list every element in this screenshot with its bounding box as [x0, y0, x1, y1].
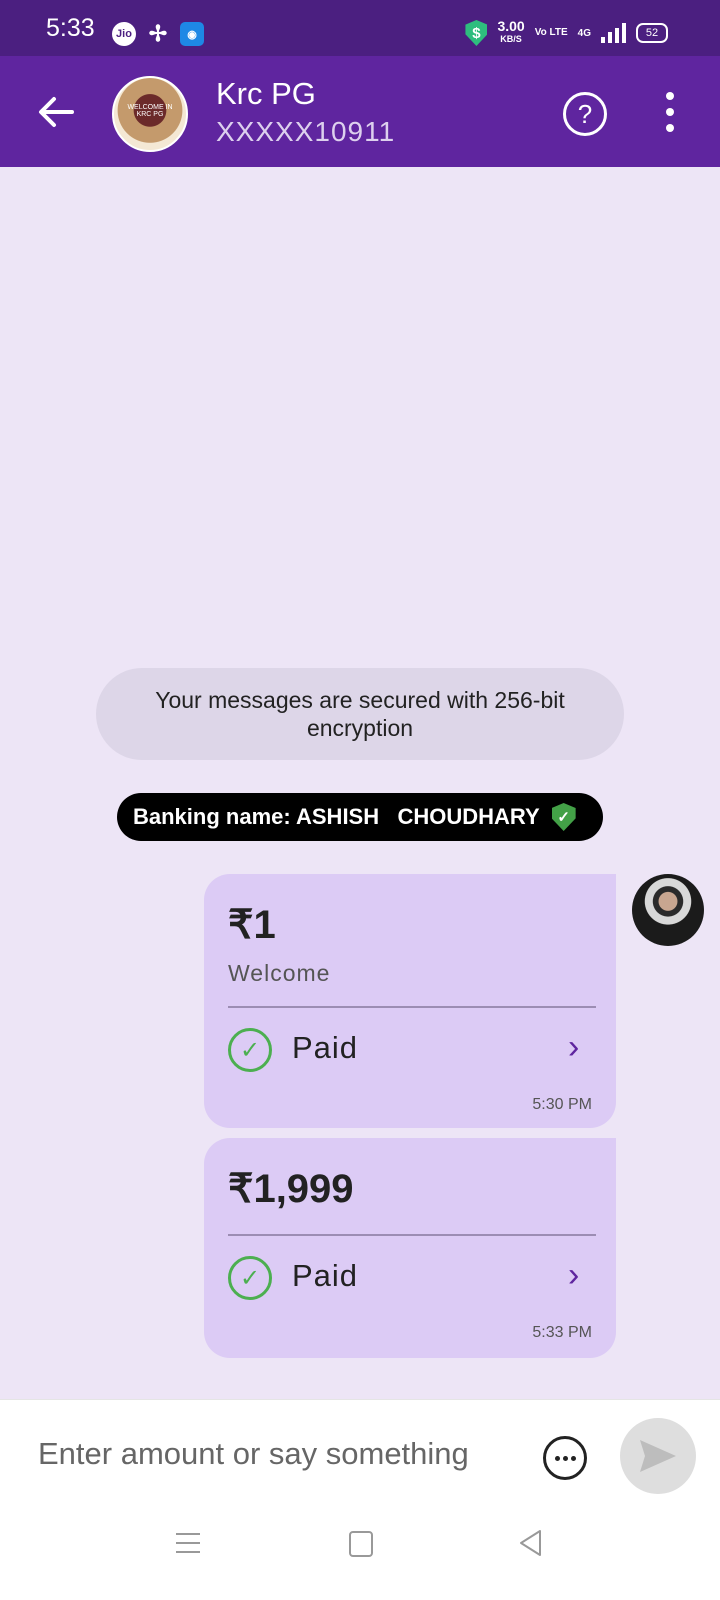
more-options-icon[interactable]: [665, 92, 675, 132]
payment-status: Paid: [292, 1258, 359, 1293]
status-bar: 5:33 Jio ✢ ◉ $ 3.00 KB/S Vo LTE 4G 52: [0, 0, 720, 56]
divider: [228, 1006, 596, 1008]
payment-amount: ₹1,999: [228, 1167, 354, 1211]
chat-header: WELCOME IN KRC PG Krc PG XXXXX10911 ?: [0, 56, 720, 167]
notification-icons: Jio ✢ ◉: [112, 21, 204, 46]
network-speed: 3.00 KB/S: [497, 18, 525, 44]
system-icons: $ 3.00 KB/S Vo LTE 4G 52: [465, 18, 668, 46]
status-time: 5:33: [46, 14, 95, 42]
chevron-right-icon[interactable]: ›: [568, 1030, 588, 1064]
volte-indicator: Vo LTE: [534, 27, 568, 38]
verified-shield-icon: ✓: [551, 803, 576, 831]
network-type: 4G: [577, 27, 591, 39]
payment-time: 5:33 PM: [532, 1324, 592, 1341]
divider: [228, 1234, 596, 1236]
send-icon: [640, 1440, 676, 1472]
send-button[interactable]: [620, 1418, 696, 1494]
message-composer: [0, 1399, 720, 1512]
back-arrow-icon[interactable]: [34, 90, 78, 134]
jio-icon: Jio: [112, 22, 136, 46]
encryption-notice: Your messages are secured with 256-bit e…: [96, 668, 624, 760]
contact-avatar[interactable]: WELCOME IN KRC PG: [112, 76, 188, 152]
home-icon[interactable]: [349, 1531, 373, 1557]
nav-back-icon[interactable]: [518, 1529, 542, 1557]
check-circle-icon: ✓: [228, 1028, 272, 1072]
android-app-icon: ◉: [180, 22, 204, 46]
recent-apps-icon[interactable]: [176, 1533, 200, 1553]
payment-card[interactable]: ₹1 Welcome ✓ Paid › 5:30 PM: [204, 874, 616, 1128]
payment-card[interactable]: ₹1,999 ✓ Paid › 5:33 PM: [204, 1138, 616, 1358]
sender-avatar: [632, 874, 704, 946]
payment-amount: ₹1: [228, 903, 276, 947]
help-icon[interactable]: ?: [563, 92, 607, 136]
chevron-right-icon[interactable]: ›: [568, 1258, 588, 1292]
payment-time: 5:30 PM: [532, 1096, 592, 1113]
system-nav-bar: [0, 1511, 720, 1600]
pinwheel-icon: ✢: [148, 21, 168, 46]
contact-name[interactable]: Krc PG: [216, 76, 316, 112]
payment-status: Paid: [292, 1030, 359, 1065]
check-circle-icon: ✓: [228, 1256, 272, 1300]
payment-note: Welcome: [228, 960, 331, 986]
message-input[interactable]: [36, 1428, 500, 1480]
signal-icon: [601, 23, 626, 43]
more-actions-icon[interactable]: [543, 1436, 587, 1480]
contact-phone: XXXXX10911: [216, 116, 396, 147]
shield-dollar-icon: $: [465, 20, 488, 46]
battery-icon: 52: [636, 23, 668, 43]
banking-name-badge: Banking name: ASHISH CHOUDHARY ✓: [117, 793, 603, 841]
